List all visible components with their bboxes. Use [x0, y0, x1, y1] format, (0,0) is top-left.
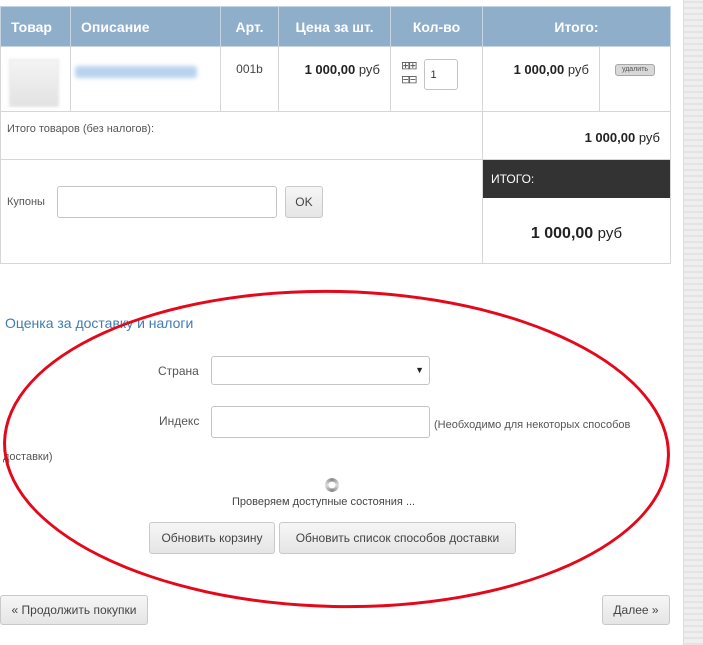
continue-shopping-button[interactable]: « Продолжить покупки	[0, 595, 148, 625]
loading-spinner-icon	[325, 478, 339, 492]
product-unit-price-cell: 1 000,00 руб	[278, 46, 391, 112]
zip-label: Индекс	[159, 414, 200, 428]
product-description-cell	[70, 46, 221, 112]
col-header-product: Товар	[0, 6, 71, 47]
subtotal-row: Итого товаров (без налогов): 1 000,00 ру…	[0, 111, 671, 160]
grand-total-value: 1 000,00	[530, 225, 594, 242]
subtotal-cell: 1 000,00 руб	[482, 111, 671, 160]
zip-hint-line2: доставки)	[3, 451, 53, 463]
quantity-increase-icon[interactable]: ⊞⊞	[401, 59, 417, 73]
coupon-label: Купоны	[7, 196, 45, 208]
country-label: Страна	[158, 364, 199, 378]
product-unit-price-currency: руб	[358, 62, 380, 77]
cart-header-row: Товар Описание Арт. Цена за шт. Кол-во И…	[0, 6, 671, 47]
zip-hint-line1: (Необходимо для некоторых способов	[434, 419, 631, 431]
grand-total-currency: руб	[597, 225, 623, 242]
quantity-stepper: ⊞⊞ ⊟⊟	[401, 59, 417, 87]
col-header-total: Итого:	[482, 6, 671, 47]
product-total-cell: 1 000,00 руб	[482, 46, 600, 112]
subtotal-currency: руб	[638, 130, 660, 145]
dropdown-arrow-icon: ▼	[415, 365, 424, 375]
grand-total-label: ИТОГО:	[483, 160, 670, 198]
col-header-description: Описание	[70, 6, 221, 47]
coupon-cell: Купоны OK	[0, 159, 483, 264]
coupon-ok-button[interactable]: OK	[284, 186, 323, 218]
cart-table: Товар Описание Арт. Цена за шт. Кол-во И…	[0, 6, 671, 264]
update-cart-button[interactable]: Обновить корзину	[149, 522, 275, 554]
zip-input[interactable]	[211, 406, 430, 438]
col-header-sku: Арт.	[220, 6, 279, 47]
table-row: 001b 1 000,00 руб ⊞⊞ ⊟⊟ 1 1 000,00 руб у…	[0, 46, 671, 112]
col-header-quantity: Кол-во	[390, 6, 483, 47]
right-edge-strip	[683, 0, 703, 645]
product-sku: 001b	[220, 46, 279, 112]
product-total-currency: руб	[567, 62, 589, 77]
product-unit-price: 1 000,00	[304, 62, 356, 77]
product-total-value: 1 000,00	[513, 62, 565, 77]
product-thumbnail[interactable]	[9, 59, 59, 107]
shipping-estimate-title[interactable]: Оценка за доставку и налоги	[5, 315, 193, 331]
subtotal-value: 1 000,00	[584, 130, 636, 145]
update-shipping-methods-button[interactable]: Обновить список способов доставки	[279, 522, 516, 554]
product-quantity-cell: ⊞⊞ ⊟⊟ 1	[390, 46, 483, 112]
loading-status-text: Проверяем доступные состояния ...	[232, 496, 416, 508]
red-annotation-ellipse	[0, 283, 674, 615]
subtotal-label: Итого товаров (без налогов):	[0, 111, 483, 160]
product-name-link-blurred[interactable]	[75, 66, 197, 78]
product-delete-cell: удалить	[599, 46, 671, 112]
delete-item-button[interactable]: удалить	[615, 64, 655, 76]
grand-total-cell: ИТОГО: 1 000,00 руб	[482, 159, 671, 264]
country-select[interactable]: ▼	[211, 356, 430, 385]
product-image-cell	[0, 46, 71, 112]
coupon-total-row: Купоны OK ИТОГО: 1 000,00 руб	[0, 159, 671, 264]
coupon-input[interactable]	[57, 186, 278, 218]
col-header-unit-price: Цена за шт.	[278, 6, 391, 47]
quantity-input[interactable]: 1	[424, 59, 459, 90]
quantity-decrease-icon[interactable]: ⊟⊟	[401, 73, 417, 87]
next-button[interactable]: Далее »	[602, 595, 670, 625]
grand-total-value-wrap: 1 000,00 руб	[483, 198, 670, 243]
